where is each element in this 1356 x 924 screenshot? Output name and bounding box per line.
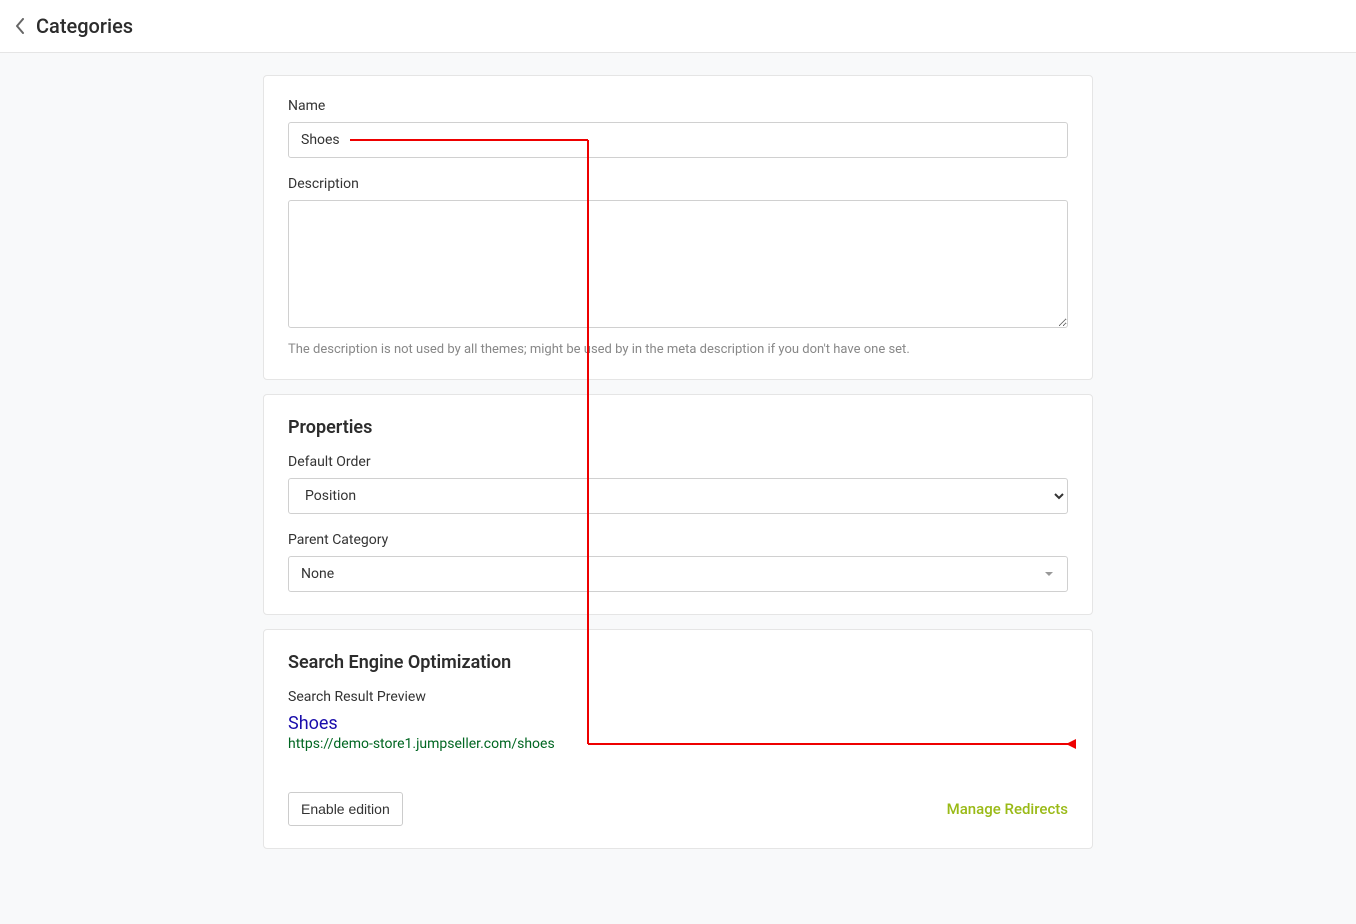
parent-category-select[interactable]: None <box>288 556 1068 592</box>
seo-preview-url: https://demo-store1.jumpseller.com/shoes <box>288 736 1068 752</box>
seo-card: Search Engine Optimization Search Result… <box>263 629 1093 849</box>
description-input[interactable] <box>288 200 1068 328</box>
seo-preview-label: Search Result Preview <box>288 689 1068 705</box>
page-header: Categories <box>0 0 1356 53</box>
name-input[interactable] <box>288 122 1068 158</box>
description-field: Description The description is not used … <box>288 176 1068 357</box>
description-label: Description <box>288 176 1068 192</box>
parent-category-value: None <box>301 566 334 582</box>
parent-category-field: Parent Category None <box>288 532 1068 592</box>
default-order-field: Default Order Position <box>288 454 1068 514</box>
caret-down-icon <box>1045 572 1053 576</box>
chevron-left-icon <box>15 18 25 34</box>
manage-redirects-link[interactable]: Manage Redirects <box>947 800 1068 818</box>
name-label: Name <box>288 98 1068 114</box>
back-button[interactable] <box>10 16 30 36</box>
default-order-select[interactable]: Position <box>288 478 1068 514</box>
properties-card: Properties Default Order Position Parent… <box>263 394 1093 615</box>
description-help-text: The description is not used by all theme… <box>288 342 1068 357</box>
page-title: Categories <box>36 14 133 38</box>
enable-edition-button[interactable]: Enable edition <box>288 792 403 826</box>
seo-title: Search Engine Optimization <box>288 652 1068 673</box>
default-order-label: Default Order <box>288 454 1068 470</box>
main-content: Name Description The description is not … <box>263 53 1093 903</box>
name-field: Name <box>288 98 1068 158</box>
seo-preview-title: Shoes <box>288 713 1068 734</box>
properties-title: Properties <box>288 417 1068 438</box>
basic-card: Name Description The description is not … <box>263 75 1093 380</box>
seo-actions: Enable edition Manage Redirects <box>288 792 1068 826</box>
parent-category-label: Parent Category <box>288 532 1068 548</box>
